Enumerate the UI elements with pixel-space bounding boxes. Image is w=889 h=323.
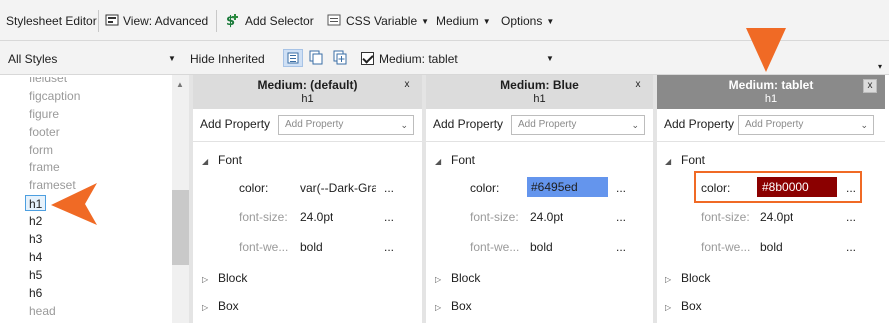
callout-arrow-down-icon [746, 28, 786, 72]
callout-arrow-left-icon [51, 183, 97, 225]
callout-overlay [51, 28, 786, 225]
